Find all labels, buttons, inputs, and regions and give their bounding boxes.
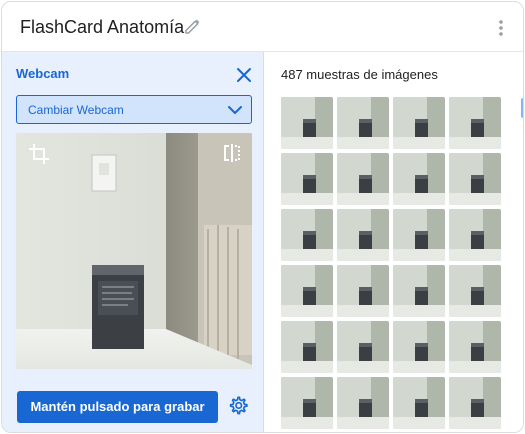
flip-horizontal-icon[interactable] [222, 143, 242, 163]
webcam-panel: Webcam Cambiar Webcam Mantén pulsado par… [2, 52, 264, 432]
sample-thumbnail[interactable] [337, 377, 389, 429]
sample-thumbnail[interactable] [281, 377, 333, 429]
webcam-label: Webcam [16, 66, 70, 81]
sample-thumbnail[interactable] [393, 265, 445, 317]
sample-thumbnail[interactable] [337, 97, 389, 149]
sample-thumbnail[interactable] [281, 153, 333, 205]
sample-thumbnail[interactable] [449, 209, 501, 261]
sample-thumbnail[interactable] [337, 153, 389, 205]
sample-thumbnail[interactable] [281, 97, 333, 149]
sample-thumbnail[interactable] [281, 209, 333, 261]
webcam-select-value: Cambiar Webcam [28, 103, 124, 117]
pencil-icon[interactable] [183, 16, 203, 36]
sample-grid [281, 97, 503, 432]
webcam-frame [16, 133, 252, 369]
sample-thumbnail[interactable] [337, 321, 389, 373]
webcam-preview [16, 133, 252, 369]
sample-thumbnail[interactable] [337, 265, 389, 317]
sample-count: 487 muestras de imágenes [281, 67, 438, 82]
sample-thumbnail[interactable] [393, 153, 445, 205]
sample-thumbnail[interactable] [449, 377, 501, 429]
sample-thumbnail[interactable] [393, 377, 445, 429]
sample-thumbnail[interactable] [449, 265, 501, 317]
chevron-down-icon [228, 106, 242, 114]
sample-thumbnail[interactable] [281, 265, 333, 317]
more-vert-icon[interactable] [491, 17, 511, 39]
sample-thumbnail[interactable] [449, 153, 501, 205]
samples-panel: 487 muestras de imágenes [265, 52, 523, 432]
sample-thumbnail[interactable] [393, 321, 445, 373]
class-title[interactable]: FlashCard Anatomía [20, 17, 184, 38]
sample-thumbnail[interactable] [337, 209, 389, 261]
hold-to-record-button[interactable]: Mantén pulsado para grabar [17, 391, 218, 423]
webcam-sample-card: FlashCard Anatomía Webcam Cambiar Webcam [1, 1, 524, 433]
scrollbar-thumb[interactable] [521, 98, 523, 118]
sample-thumbnail[interactable] [449, 97, 501, 149]
webcam-select[interactable]: Cambiar Webcam [16, 95, 252, 124]
sample-thumbnail[interactable] [449, 321, 501, 373]
close-icon[interactable] [236, 67, 252, 83]
sample-thumbnail[interactable] [393, 209, 445, 261]
sample-thumbnail[interactable] [393, 97, 445, 149]
gear-icon[interactable] [227, 395, 249, 417]
card-header: FlashCard Anatomía [2, 2, 523, 52]
sample-thumbnail[interactable] [281, 321, 333, 373]
crop-icon[interactable] [28, 143, 50, 165]
